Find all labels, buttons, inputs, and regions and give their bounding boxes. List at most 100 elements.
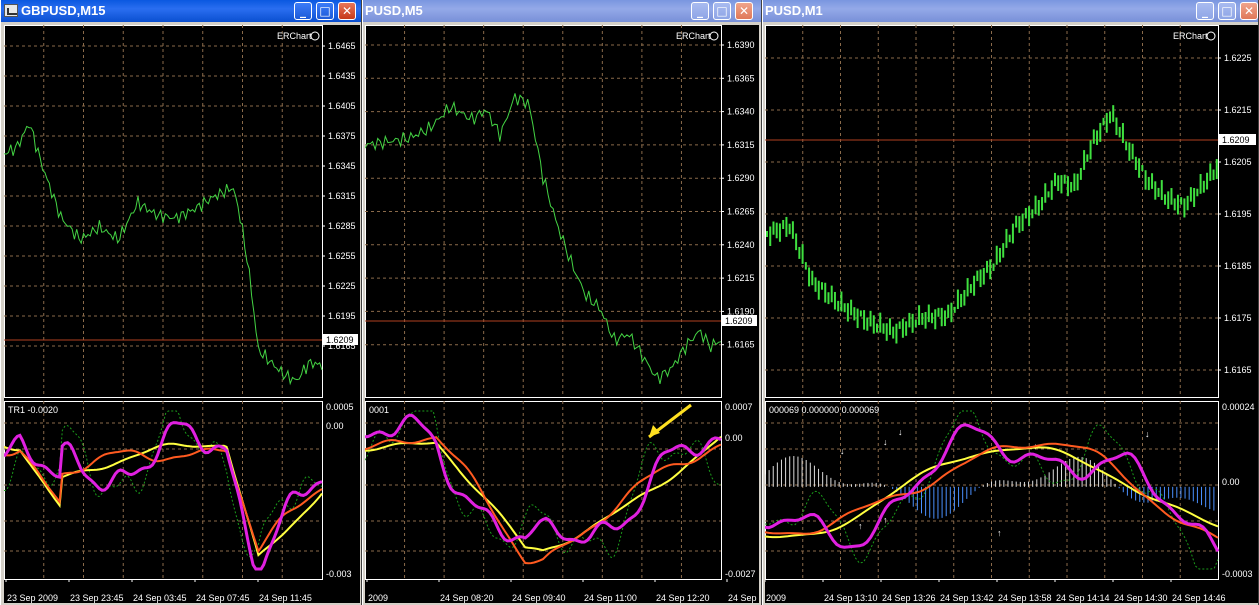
indicator-frame <box>365 401 722 580</box>
indicator-name-label: TR1 -0.0020 <box>8 405 58 415</box>
price-label: 1.6365 <box>727 73 755 83</box>
price-label: 1.6345 <box>328 161 356 171</box>
maximize-button[interactable]: □ <box>1218 2 1236 20</box>
price-label: 1.6165 <box>727 340 755 350</box>
time-label: 24 Sep 11:45 <box>259 593 312 603</box>
window-titlebar[interactable]: PUSD,M5 _ □ ✕ <box>363 0 761 22</box>
indicator-orange-line <box>365 436 722 565</box>
price-label: 1.6175 <box>1224 313 1252 323</box>
price-label: 1.6195 <box>1224 209 1252 219</box>
price-label: 1.6265 <box>727 207 755 217</box>
chart-canvas[interactable]: 1.6390 1.6365 1.6340 1.6315 1.6290 1.6265 1.62… <box>365 25 759 603</box>
chart-area[interactable]: 1.6390 1.6365 1.6340 1.6315 1.6290 1.6265 1.62… <box>365 25 759 603</box>
chart-canvas[interactable]: 1.6465 1.6435 1.6405 1.6375 1.6345 1.6315 1.62… <box>4 25 360 603</box>
signal-arrow-down-icon: ↓ <box>898 427 903 437</box>
erchart-label: ERChart <box>1173 31 1208 41</box>
current-price-label: 1.6209 <box>1222 135 1250 145</box>
indicator-yellow-line <box>365 435 722 552</box>
price-label: 1.6185 <box>1224 261 1252 271</box>
time-label: 23 Sep 2009 <box>7 593 58 603</box>
window-title: GBPUSD,M15 <box>21 3 106 18</box>
indicator-name-label: 000069 0.000000 0.000069 <box>769 405 879 415</box>
indicator-zero-label: 0.00 <box>1222 477 1240 487</box>
current-price-label: 1.6209 <box>725 316 753 326</box>
price-label: 1.6375 <box>328 131 356 141</box>
window-title: PUSD,M1 <box>765 3 823 18</box>
signal-arrow-down-icon: ↓ <box>840 446 845 456</box>
time-label: 24 Sep 13:40 <box>728 593 759 603</box>
signal-arrow-up-icon: ↑ <box>883 515 888 525</box>
indicator-bottom-label: -0.0027 <box>725 569 756 579</box>
time-label: 24 Sep 11:00 <box>584 593 637 603</box>
minimize-button[interactable]: _ <box>691 2 709 20</box>
signal-arrow-down-icon: ↓ <box>883 437 888 447</box>
erchart-smiley-icon <box>709 31 719 41</box>
time-label: 2009 <box>766 593 786 603</box>
indicator-top-label: 0.00024 <box>1222 402 1255 412</box>
erchart-smiley-icon <box>1206 31 1216 41</box>
price-label: 1.6290 <box>727 173 755 183</box>
close-button[interactable]: ✕ <box>338 2 356 20</box>
time-label: 24 Sep 12:20 <box>656 593 710 603</box>
chart-window-m15[interactable]: GBPUSD,M15 _ □ ✕ 1.6465 1.6435 1.6405 1.637… <box>0 0 362 605</box>
indicator-zero-label: 0.00 <box>326 421 344 431</box>
indicator-dashed-line <box>365 410 721 559</box>
chart-canvas[interactable]: 1.6225 1.6215 1.6205 1.6195 1.6185 1.6175 1.61… <box>765 25 1258 603</box>
indicator-magenta-line <box>365 413 722 544</box>
price-line <box>365 93 722 385</box>
price-label: 1.6240 <box>727 240 755 250</box>
current-price-label: 1.6209 <box>326 335 354 345</box>
minimize-button[interactable]: _ <box>294 2 312 20</box>
time-label: 24 Sep 13:10 <box>824 593 878 603</box>
chart-area[interactable]: 1.6225 1.6215 1.6205 1.6195 1.6185 1.6175 1.61… <box>765 25 1258 603</box>
erchart-label: ERChart <box>277 31 312 41</box>
price-label: 1.6405 <box>328 101 356 111</box>
window-title: PUSD,M5 <box>365 3 423 18</box>
signal-arrow-down-icon: ↓ <box>1145 429 1150 439</box>
price-label: 1.6390 <box>727 40 755 50</box>
chart-area[interactable]: 1.6465 1.6435 1.6405 1.6375 1.6345 1.6315 1.62… <box>4 25 360 603</box>
indicator-zero-label: 0.00 <box>725 433 743 443</box>
time-label: 24 Sep 14:30 <box>1114 593 1168 603</box>
time-label: 24 Sep 08:20 <box>440 593 494 603</box>
price-label: 1.6225 <box>328 281 356 291</box>
minimize-button[interactable]: _ <box>1196 2 1214 20</box>
price-label: 1.6255 <box>328 251 356 261</box>
time-label: 24 Sep 07:45 <box>196 593 250 603</box>
price-label: 1.6315 <box>727 140 755 150</box>
close-button[interactable]: ✕ <box>735 2 753 20</box>
time-label: 24 Sep 13:58 <box>998 593 1052 603</box>
chart-window-m1[interactable]: PUSD,M1 _ □ ✕ 1.6225 1.6215 1.6205 1.6195 1.… <box>762 0 1259 605</box>
price-label: 1.6315 <box>328 191 356 201</box>
indicator-top-label: 0.0005 <box>326 402 354 412</box>
maximize-button[interactable]: □ <box>316 2 334 20</box>
main-frame <box>365 25 722 398</box>
price-label: 1.6205 <box>1224 157 1252 167</box>
price-label: 1.6190 <box>727 306 755 316</box>
price-label: 1.6225 <box>1224 53 1252 63</box>
time-label: 23 Sep 23:45 <box>70 593 124 603</box>
price-label: 1.6285 <box>328 221 356 231</box>
indicator-top-label: 0.0007 <box>725 402 753 412</box>
maximize-button[interactable]: □ <box>713 2 731 20</box>
time-label: 24 Sep 13:26 <box>882 593 936 603</box>
indicator-name-label: 0001 <box>369 405 389 415</box>
chart-window-m5[interactable]: PUSD,M5 _ □ ✕ 1.6390 1.6365 1.6340 1.6315 1.… <box>362 0 762 605</box>
price-label: 1.6435 <box>328 71 356 81</box>
time-label: 24 Sep 13:42 <box>940 593 994 603</box>
time-label: 24 Sep 09:40 <box>512 593 566 603</box>
window-titlebar[interactable]: GBPUSD,M15 _ □ ✕ <box>1 0 361 22</box>
window-titlebar[interactable]: PUSD,M1 _ □ ✕ <box>763 0 1258 22</box>
signal-arrow-up-icon: ↑ <box>858 521 863 531</box>
price-label: 1.6215 <box>1224 105 1252 115</box>
time-label: 24 Sep 14:14 <box>1056 593 1110 603</box>
price-label: 1.6195 <box>328 311 356 321</box>
time-label: 2009 <box>368 593 388 603</box>
price-label: 1.6340 <box>727 107 755 117</box>
close-button[interactable]: ✕ <box>1240 2 1258 20</box>
signal-arrow-up-icon: ↑ <box>997 528 1002 538</box>
chart-window-icon <box>4 4 18 17</box>
indicator-bottom-label: -0.0003 <box>1222 569 1253 579</box>
time-label: 24 Sep 14:46 <box>1172 593 1226 603</box>
price-label: 1.6165 <box>1224 365 1252 375</box>
